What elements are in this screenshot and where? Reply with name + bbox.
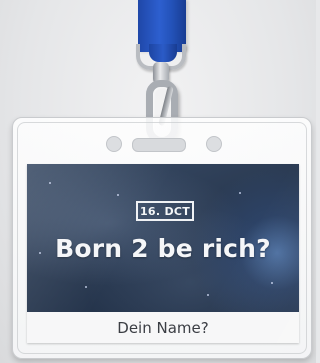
name-placeholder: Dein Name? (117, 318, 209, 337)
star-dot (49, 182, 51, 184)
star-dot (85, 286, 87, 288)
badge-headline: Born 2 be rich? (55, 234, 271, 263)
event-date-badge: 16. DCT (136, 201, 194, 221)
lanyard-badge-scene: 16. DCT Born 2 be rich? Dein Name? (0, 0, 316, 363)
name-field[interactable]: Dein Name? (27, 312, 299, 343)
star-dot (271, 282, 273, 284)
star-dot (239, 192, 241, 194)
star-dot (207, 294, 209, 296)
star-dot (117, 194, 119, 196)
holder-slot (132, 138, 186, 152)
holder-hole-left (106, 136, 122, 152)
holder-hole-right (206, 136, 222, 152)
badge-card: 16. DCT Born 2 be rich? Dein Name? (27, 164, 299, 343)
badge-card-artwork: 16. DCT Born 2 be rich? (27, 164, 299, 312)
